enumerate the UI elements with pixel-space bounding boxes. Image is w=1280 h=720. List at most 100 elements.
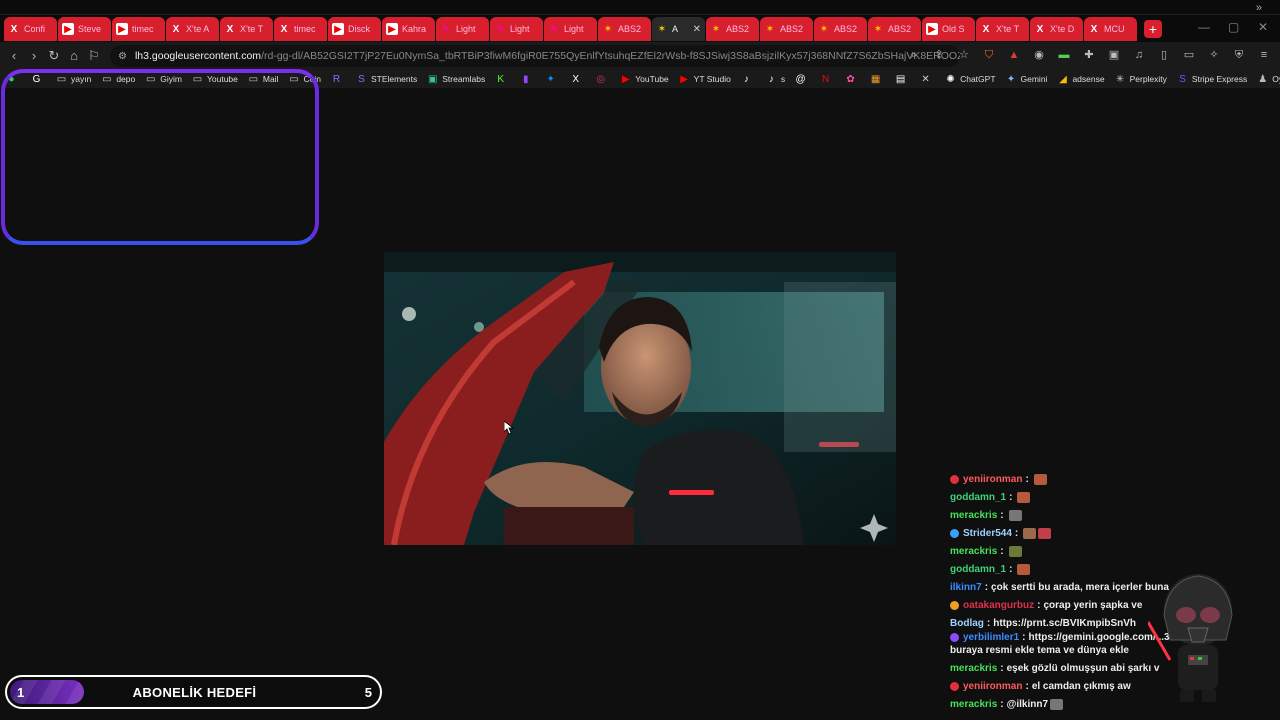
tab[interactable]: ▶ Disck [328,17,381,41]
wallet-icon[interactable]: ▭ [1181,47,1197,63]
bookmark-item[interactable]: ✳ Perplexity [1115,74,1167,85]
tab-active[interactable]: ✶ A ✕ [652,17,705,41]
tab[interactable]: ✶ ABS2 [868,17,921,41]
close-window-icon[interactable]: ✕ [1258,20,1268,34]
bookmark-item[interactable]: ▮ [520,74,535,85]
tab[interactable]: ✶ ABS2 [760,17,813,41]
bookmark-item[interactable]: ▶ YouTube [620,74,669,85]
bookmark-item[interactable]: R [331,74,346,85]
chat-username[interactable]: merackris [950,510,997,521]
chat-badge-icon [950,633,959,642]
chat-separator: : [986,617,991,629]
bookmark-item[interactable]: ♪ [741,74,756,85]
more-bookmarks-icon[interactable]: » [1256,2,1262,14]
bookmark-label: s [780,74,786,84]
chat-username[interactable]: Bodlag [950,618,984,629]
tab[interactable]: ✶ ABS2 [706,17,759,41]
tab[interactable]: ▶ timec [112,17,165,41]
chat-username[interactable]: goddamn_1 [950,492,1006,503]
tab[interactable]: ✎ Light [490,17,543,41]
bookmark-label: YT Studio [693,74,731,84]
tab[interactable]: X Confi [4,17,57,41]
site-info-icon[interactable]: ⚙ [118,51,127,62]
extension-icon[interactable]: ▣ [1106,47,1122,63]
extension-icon[interactable]: ▬ [1056,47,1072,63]
tab[interactable]: ✎ Light [544,17,597,41]
bookmark-label: Perplexity [1129,74,1167,84]
chat-username[interactable]: yeniironman [963,681,1022,692]
address-host: lh3.googleusercontent.com [134,50,262,62]
bookmark-item[interactable]: @ [795,74,810,85]
zoom-icon[interactable]: ⌕ [906,47,922,63]
chat-username[interactable]: merackris [950,546,997,557]
navigation-bar: ‹ › ↻ ⌂ ⚐ ⚙ lh3.googleusercontent.com /r… [0,42,1280,70]
tab[interactable]: ▶ Steve [58,17,111,41]
tab[interactable]: X MCU [1084,17,1137,41]
tab[interactable]: ✎ Light [436,17,489,41]
bookmark-item[interactable]: ✿ [845,74,860,85]
streamlabs-icon: ▣ [428,73,438,85]
tab[interactable]: X X'te D [1030,17,1083,41]
back-icon[interactable]: ‹ [6,48,22,64]
bookmark-item[interactable]: S STElements [356,74,417,85]
bookmark-item[interactable]: N [820,74,835,85]
tab[interactable]: X X'te T [220,17,273,41]
chat-separator: : [1000,545,1004,557]
sidebar-icon[interactable]: ▯ [1156,47,1172,63]
bookmark-item[interactable]: ✦ [545,74,560,85]
tab[interactable]: ▶ Kahra [382,17,435,41]
bookmark-item[interactable]: X [570,74,585,85]
close-tab-icon[interactable]: ✕ [693,24,701,35]
leo-icon[interactable]: ✧ [1206,47,1222,63]
chat-username[interactable]: merackris [950,663,997,674]
media-icon[interactable]: ♫ [1131,47,1147,63]
bookmark-item[interactable]: ◢ adsense [1057,74,1105,85]
bookmark-item[interactable]: K [495,74,510,85]
chat-username[interactable]: ilkinn7 [950,582,982,593]
minimize-icon[interactable]: — [1198,20,1210,34]
tab[interactable]: ✶ ABS2 [814,17,867,41]
bookmark-icon[interactable]: ⚐ [86,48,102,64]
bookmark-item[interactable]: ▣ Streamlabs [427,74,485,85]
bookmark-item[interactable]: ▦ [870,74,885,85]
tab-title: ABS2 [834,24,858,34]
subscription-goal-widget: 1 ABONELİK HEDEFİ 5 [5,675,382,709]
tab[interactable]: Xtimec [274,17,327,41]
tab[interactable]: X X'te A [166,17,219,41]
chat-username[interactable]: Strider544 [963,528,1012,539]
address-bar[interactable]: ⚙ lh3.googleusercontent.com /rd-gg-dl/AB… [110,45,960,67]
forward-icon[interactable]: › [26,48,42,64]
chat-separator: : [1000,698,1004,710]
brave-rewards-icon[interactable]: ▲ [1006,47,1022,63]
star-icon[interactable]: ☆ [956,47,972,63]
bookmark-item[interactable]: ▶ YT Studio [679,74,731,85]
bookmark-item[interactable]: ♪ s [766,74,785,85]
maximize-icon[interactable]: ▢ [1228,20,1239,34]
tab[interactable]: ▶ Old S [922,17,975,41]
chat-username[interactable]: yerbilimler1 [963,632,1019,643]
bookmark-item[interactable]: ✺ ChatGPT [945,74,995,85]
x-icon: X [1036,23,1044,35]
tab[interactable]: X X'te T [976,17,1029,41]
bookmark-item[interactable]: ✕ [920,74,935,85]
brave-shield-icon[interactable]: ⛉ [981,47,997,63]
extension-icon[interactable]: ◉ [1031,47,1047,63]
bookmark-item[interactable]: S Stripe Express [1177,74,1247,85]
menu-icon[interactable]: ≡ [1256,47,1272,63]
share-icon[interactable]: ⇪ [931,47,947,63]
bookmark-item[interactable]: ◎ [595,74,610,85]
bookmark-item[interactable]: ✦ Gemini [1006,74,1048,85]
chat-username[interactable]: yeniironman [963,474,1022,485]
chat-username[interactable]: oatakangurbuz [963,600,1034,611]
vpn-icon[interactable]: ⛨ [1231,47,1247,63]
bluesky-icon: ✦ [546,73,555,85]
bookmark-item[interactable]: ▤ [895,74,910,85]
new-tab-button[interactable]: + [1144,20,1162,38]
reload-icon[interactable]: ↻ [46,48,62,64]
tab[interactable]: ✶ ABS2 [598,17,651,41]
home-icon[interactable]: ⌂ [66,48,82,64]
chat-username[interactable]: goddamn_1 [950,564,1006,575]
bookmark-item[interactable]: ♟ OyEk [1257,74,1280,85]
puzzle-icon[interactable]: ✚ [1081,47,1097,63]
chat-username[interactable]: merackris [950,699,997,710]
